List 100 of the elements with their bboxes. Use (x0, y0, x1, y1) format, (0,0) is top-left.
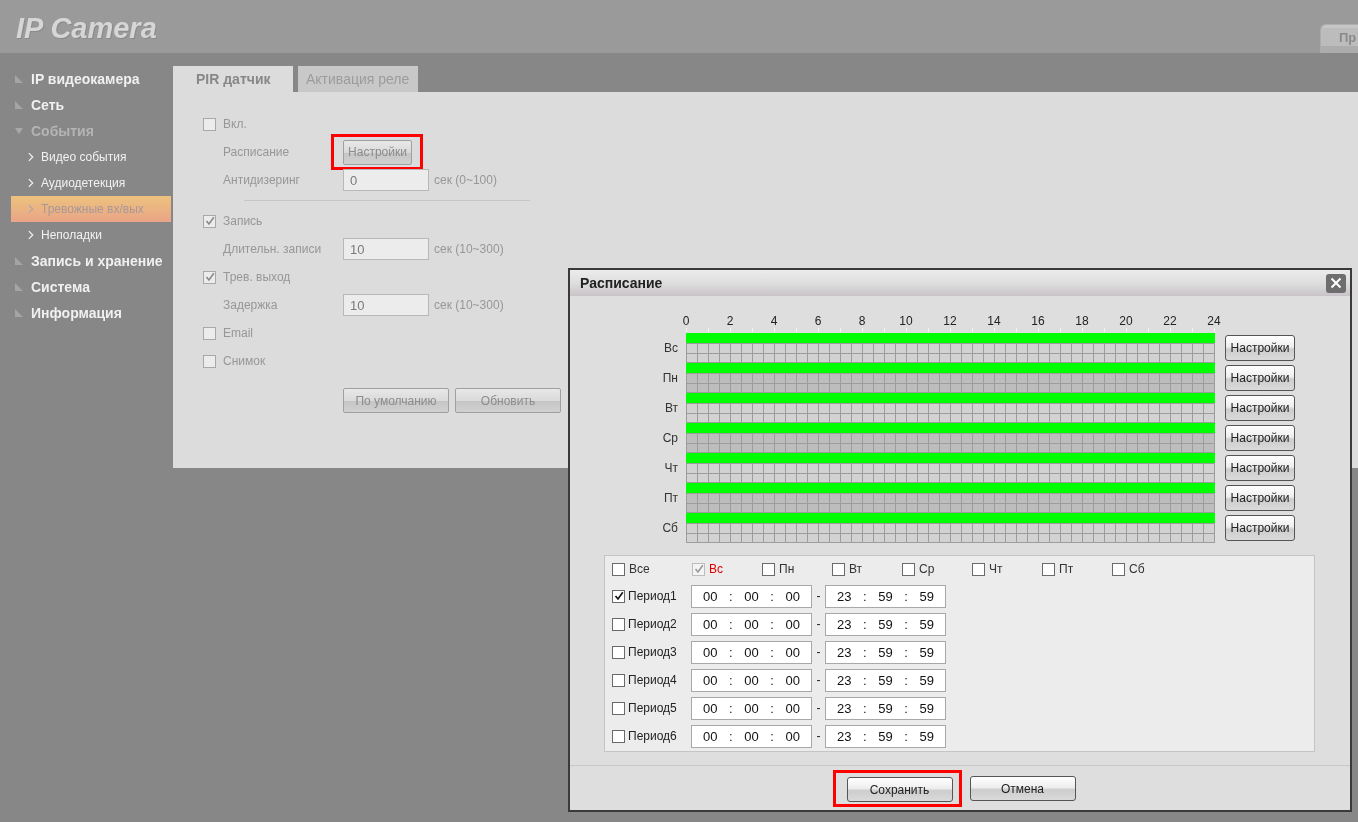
settings-button[interactable]: Настройки (1225, 335, 1295, 361)
schedule-track[interactable] (686, 483, 1215, 513)
time-field[interactable]: 23 : 59 : 59 (825, 584, 946, 608)
checkbox[interactable] (612, 729, 625, 743)
checkbox-label: Email (223, 326, 253, 340)
unit-text: сек (0~100) (434, 173, 497, 187)
checkbox[interactable] (203, 117, 216, 131)
field-label: Задержка (223, 298, 279, 312)
chevron-right-icon (28, 230, 34, 240)
schedule-track[interactable] (686, 393, 1215, 423)
time-field[interactable]: 23 : 59 : 59 (825, 640, 946, 664)
checkbox[interactable] (902, 562, 915, 576)
chevron-right-icon (28, 152, 34, 162)
hour-label: 24 (1207, 314, 1221, 328)
time-field[interactable]: 23 : 59 : 59 (825, 612, 946, 636)
checkbox-label: Сб (1129, 562, 1145, 576)
checkbox-label: Период1 (628, 589, 678, 603)
hour-label: 22 (1163, 314, 1177, 328)
checkbox-label: Чт (989, 562, 1003, 576)
checkbox-label: Период6 (628, 729, 678, 743)
checkbox[interactable] (832, 562, 845, 576)
checkbox-label: Период4 (628, 673, 678, 687)
checkbox[interactable] (612, 673, 625, 687)
checkbox[interactable] (612, 645, 625, 659)
day-label: Пт (662, 491, 678, 505)
range-dash: - (815, 701, 822, 715)
dialog-button[interactable]: Отмена (969, 776, 1076, 801)
hour-label: 6 (814, 314, 822, 328)
day-label: Вт (663, 401, 678, 415)
range-dash: - (815, 729, 822, 743)
checkbox-label: Ср (919, 562, 935, 576)
settings-button[interactable]: Настройки (1225, 515, 1295, 541)
time-field[interactable]: 00 : 00 : 00 (691, 724, 812, 748)
hour-label: 8 (858, 314, 866, 328)
schedule-track[interactable] (686, 513, 1215, 543)
checkbox[interactable] (972, 562, 985, 576)
schedule-track[interactable] (686, 423, 1215, 453)
hour-label: 0 (682, 314, 690, 328)
logo-text: IP Camera (16, 11, 157, 46)
input-field[interactable]: 0 (343, 169, 429, 191)
hour-label: 18 (1075, 314, 1089, 328)
settings-button[interactable]: Настройки (1225, 485, 1295, 511)
checkmark-icon (693, 564, 704, 574)
checkbox-label: Запись (223, 214, 263, 228)
time-field[interactable]: 00 : 00 : 00 (691, 640, 812, 664)
unit-text: сек (10~300) (434, 242, 504, 256)
time-field[interactable]: 23 : 59 : 59 (825, 668, 946, 692)
day-label: Вс (663, 341, 678, 355)
checkbox[interactable] (1042, 562, 1055, 576)
unit-text: сек (10~300) (434, 298, 504, 312)
schedule-track[interactable] (686, 363, 1215, 393)
time-field[interactable]: 23 : 59 : 59 (825, 724, 946, 748)
checkbox[interactable] (203, 354, 216, 368)
checkmark-icon (204, 216, 215, 226)
settings-button[interactable]: Настройки (1225, 365, 1295, 391)
chevron-right-icon (28, 178, 34, 188)
time-field[interactable]: 00 : 00 : 00 (691, 696, 812, 720)
checkmark-icon (204, 272, 215, 282)
time-field[interactable]: 00 : 00 : 00 (691, 668, 812, 692)
checkbox[interactable] (612, 562, 625, 576)
checkbox-label: Все (629, 562, 650, 576)
checkbox[interactable] (203, 270, 216, 284)
checkbox[interactable] (612, 589, 625, 603)
hour-label: 14 (987, 314, 1001, 328)
checkbox[interactable] (203, 326, 216, 340)
checkbox-label: Трев. выход (223, 270, 291, 284)
checkbox-label: Период2 (628, 617, 678, 631)
checkmark-icon (613, 591, 624, 601)
range-dash: - (815, 589, 822, 603)
checkbox[interactable] (1112, 562, 1125, 576)
input-field[interactable]: 10 (343, 294, 429, 316)
checkbox-label: Пт (1059, 562, 1074, 576)
checkbox-label: Период5 (628, 701, 678, 715)
schedule-track[interactable] (686, 333, 1215, 363)
hour-label: 4 (770, 314, 778, 328)
settings-button[interactable]: Настройки (1225, 455, 1295, 481)
field-label: Длительн. записи (223, 242, 323, 256)
field-label: Антидизеринг (223, 173, 301, 187)
field-label: Расписание (223, 145, 291, 159)
hour-label: 16 (1031, 314, 1045, 328)
schedule-track[interactable] (686, 453, 1215, 483)
settings-button[interactable]: Настройки (1225, 425, 1295, 451)
settings-button[interactable]: Настройки (1225, 395, 1295, 421)
day-label: Чт (663, 461, 678, 475)
checkbox[interactable] (612, 701, 625, 715)
time-field[interactable]: 00 : 00 : 00 (691, 584, 812, 608)
input-field[interactable]: 10 (343, 238, 429, 260)
checkbox-label: Вт (849, 562, 863, 576)
day-label: Ср (661, 431, 678, 445)
hour-label: 12 (943, 314, 957, 328)
checkbox[interactable] (762, 562, 775, 576)
range-dash: - (815, 645, 822, 659)
day-label: Пн (661, 371, 678, 385)
time-field[interactable]: 23 : 59 : 59 (825, 696, 946, 720)
checkbox[interactable] (612, 617, 625, 631)
dialog-button[interactable]: Сохранить (846, 777, 953, 802)
checkbox[interactable] (203, 214, 216, 228)
close-button[interactable] (1326, 273, 1346, 293)
checkbox-label: Снимок (223, 354, 266, 368)
time-field[interactable]: 00 : 00 : 00 (691, 612, 812, 636)
